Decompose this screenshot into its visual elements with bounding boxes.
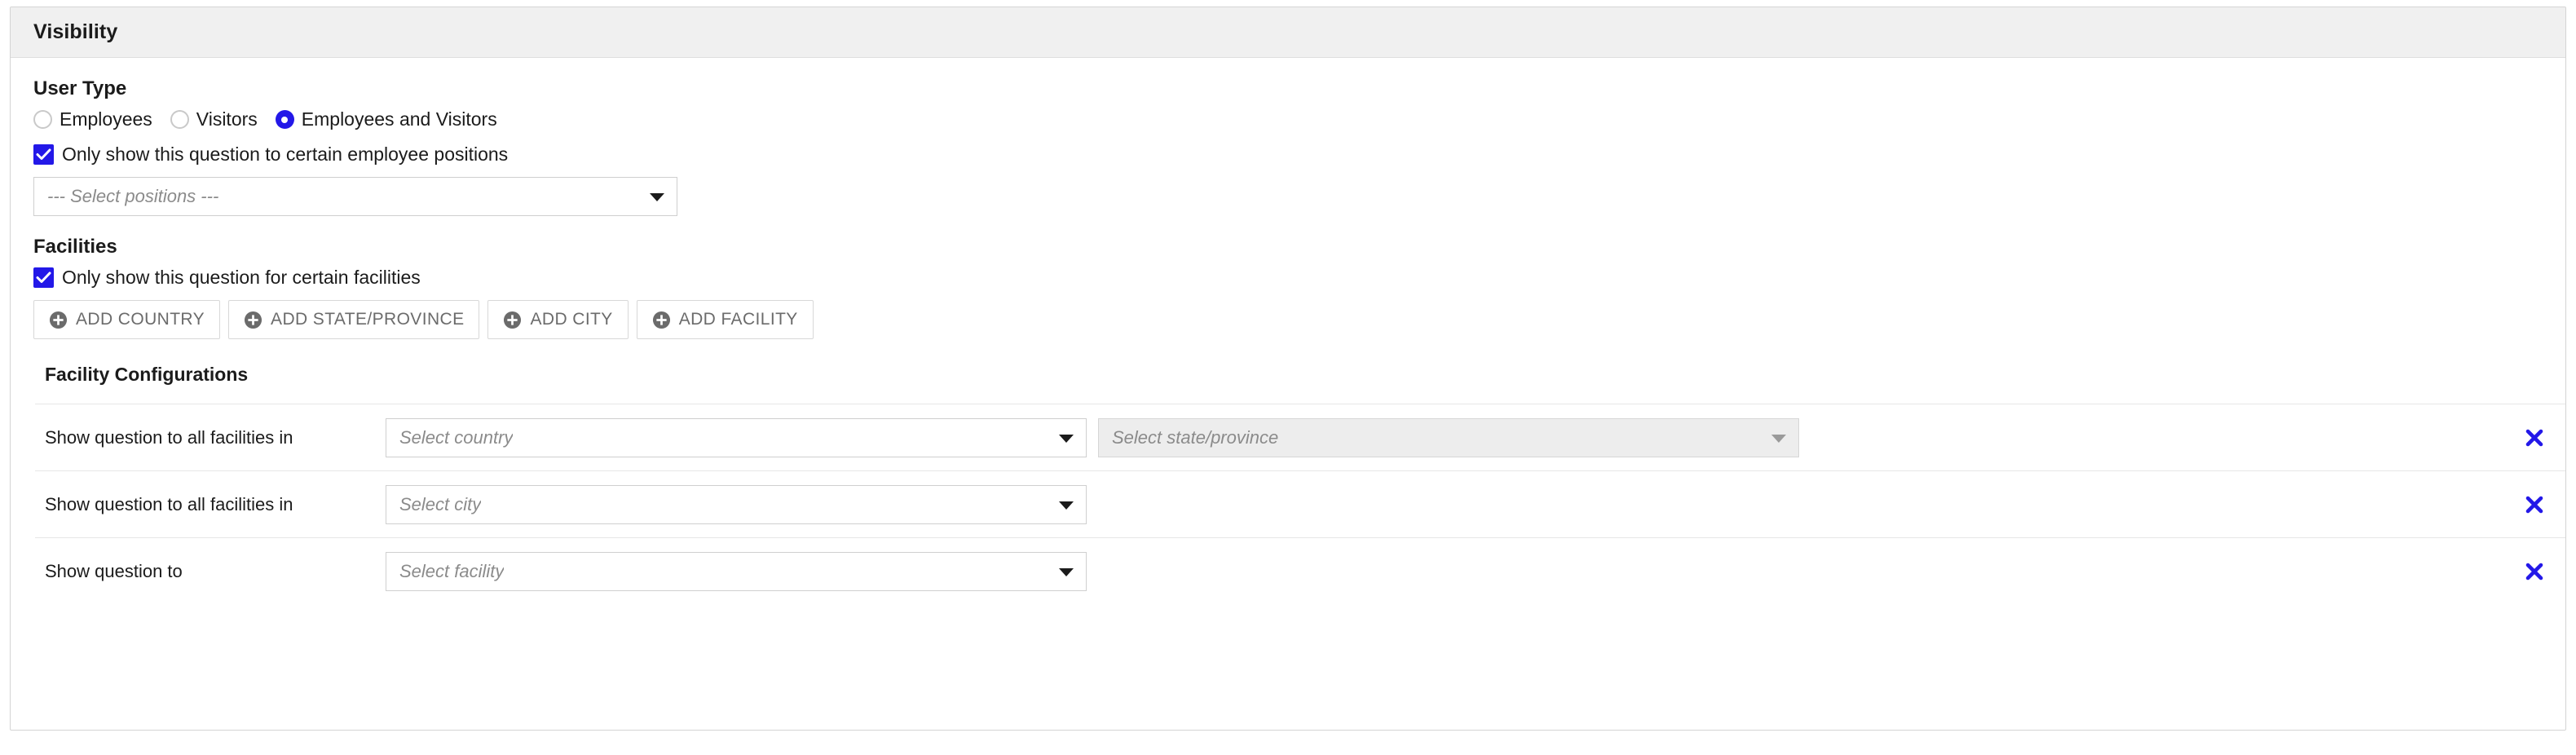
add-city-button-label: ADD CITY <box>530 310 613 329</box>
plus-circle-icon <box>244 311 262 329</box>
table-row: Show question to all facilities in Selec… <box>35 404 2565 471</box>
chevron-down-icon <box>1059 568 1074 576</box>
plus-circle-icon <box>504 311 522 329</box>
table-row: Show question to all facilities in Selec… <box>35 471 2565 538</box>
select-facility-placeholder: Select facility <box>399 561 505 581</box>
select-country-placeholder: Select country <box>399 426 514 448</box>
radio-icon-employees[interactable] <box>33 110 52 129</box>
visibility-panel: Visibility User Type Employees Visitors … <box>10 7 2566 731</box>
plus-circle-icon <box>652 311 670 329</box>
facilities-checkbox-row[interactable]: Only show this question for certain faci… <box>11 267 2565 289</box>
panel-body: User Type Employees Visitors Employees a… <box>11 58 2565 605</box>
add-city-button[interactable]: ADD CITY <box>487 300 629 339</box>
panel-header: Visibility <box>11 7 2565 58</box>
add-country-button-label: ADD COUNTRY <box>76 310 205 329</box>
radio-label-employees-and-visitors: Employees and Visitors <box>301 108 497 130</box>
close-icon <box>2525 429 2543 446</box>
facilities-section-label: Facilities <box>33 236 117 258</box>
close-icon <box>2525 496 2543 513</box>
facility-config-row-label: Show question to all facilities in <box>45 493 293 514</box>
select-city-dropdown[interactable]: Select city <box>386 484 1087 524</box>
select-state-province-placeholder: Select state/province <box>1112 426 1279 448</box>
select-positions-dropdown[interactable]: --- Select positions --- <box>33 177 677 216</box>
chevron-down-icon <box>650 193 664 201</box>
facility-config-row-label: Show question to all facilities in <box>45 426 293 448</box>
chevron-down-icon <box>1771 434 1786 443</box>
select-positions-placeholder: --- Select positions --- <box>47 186 219 206</box>
add-state-province-button[interactable]: ADD STATE/PROVINCE <box>228 300 480 339</box>
select-facility-dropdown[interactable]: Select facility <box>386 552 1087 591</box>
facility-configurations-title: Facility Configurations <box>45 364 249 385</box>
user-type-section-label: User Type <box>33 77 127 99</box>
delete-row-button[interactable] <box>2523 560 2546 583</box>
checkbox-checked-icon-positions[interactable] <box>33 144 54 165</box>
facilities-checkbox-label: Only show this question for certain faci… <box>62 267 421 288</box>
positions-checkbox-row[interactable]: Only show this question to certain emplo… <box>11 143 2565 166</box>
close-icon <box>2525 563 2543 581</box>
add-facility-button[interactable]: ADD FACILITY <box>636 300 814 339</box>
radio-icon-employees-and-visitors[interactable] <box>275 110 294 129</box>
add-state-province-button-label: ADD STATE/PROVINCE <box>271 310 465 329</box>
select-state-province-dropdown[interactable]: Select state/province <box>1098 417 1799 457</box>
add-facility-button-label: ADD FACILITY <box>678 310 798 329</box>
page-title: Visibility <box>33 20 118 43</box>
radio-label-employees: Employees <box>60 108 152 130</box>
radio-icon-visitors[interactable] <box>170 110 189 129</box>
facility-config-row-label: Show question to <box>45 561 183 581</box>
select-city-placeholder: Select city <box>399 493 482 514</box>
user-type-radio-group: Employees Visitors Employees and Visitor… <box>11 108 2565 130</box>
plus-circle-icon <box>49 311 68 329</box>
select-country-dropdown[interactable]: Select country <box>386 417 1087 457</box>
table-row: Show question to Select facility <box>35 538 2565 605</box>
radio-label-visitors: Visitors <box>196 108 258 130</box>
checkbox-checked-icon-facilities[interactable] <box>33 267 54 288</box>
add-country-button[interactable]: ADD COUNTRY <box>33 300 221 339</box>
add-buttons-row: ADD COUNTRY ADD STATE/PROVINCE ADD CITY <box>11 300 2565 339</box>
radio-option-visitors[interactable]: Visitors <box>170 108 258 130</box>
chevron-down-icon <box>1059 434 1074 443</box>
positions-checkbox-label: Only show this question to certain emplo… <box>62 143 509 165</box>
delete-row-button[interactable] <box>2523 426 2546 449</box>
radio-option-employees-and-visitors[interactable]: Employees and Visitors <box>275 108 497 130</box>
chevron-down-icon <box>1059 501 1074 510</box>
delete-row-button[interactable] <box>2523 493 2546 516</box>
radio-option-employees[interactable]: Employees <box>33 108 152 130</box>
